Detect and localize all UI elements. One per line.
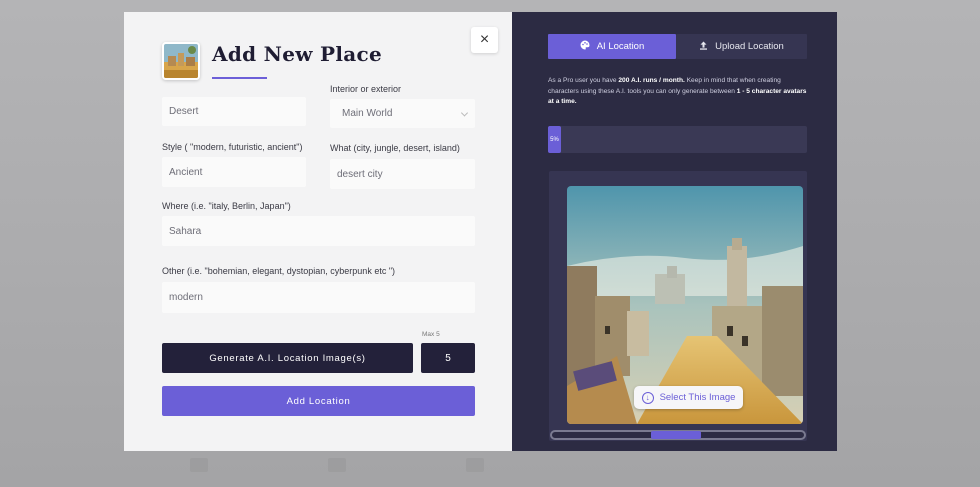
interior-exterior-label: Interior or exterior — [330, 84, 402, 94]
what-label: What (city, jungle, desert, island) — [330, 143, 460, 153]
upload-icon — [699, 41, 708, 53]
interior-exterior-value: Main World — [342, 108, 393, 119]
pro-usage-notice: As a Pro user you have 200 A.I. runs / m… — [548, 77, 807, 105]
modal-title: Add New Place — [212, 42, 383, 66]
place-name-input[interactable]: Desert — [162, 97, 306, 126]
style-label: Style ( "modern, futuristic, ancient") — [162, 142, 303, 152]
tab-upload-location-label: Upload Location — [715, 41, 784, 52]
image-count-input[interactable]: 5 — [421, 343, 475, 373]
other-input[interactable]: modern — [162, 282, 475, 313]
carousel-scroll-thumb[interactable] — [651, 431, 701, 439]
generation-progress-bar: 5% — [548, 126, 561, 153]
tab-ai-location[interactable]: AI Location — [548, 34, 676, 59]
chevron-down-icon — [460, 108, 469, 117]
interior-exterior-select[interactable]: Main World — [330, 99, 475, 128]
title-underline — [212, 77, 267, 79]
where-input[interactable]: Sahara — [162, 216, 475, 246]
generate-ai-image-button[interactable]: Generate A.I. Location Image(s) — [162, 343, 413, 373]
close-button[interactable]: × — [471, 27, 498, 53]
download-circle-icon: ↓ — [641, 391, 654, 404]
background-toolbar — [190, 458, 520, 478]
what-input[interactable]: desert city — [330, 159, 475, 189]
tab-ai-location-label: AI Location — [596, 41, 645, 52]
select-image-label: Select This Image — [659, 392, 736, 403]
place-thumbnail — [162, 42, 200, 80]
tab-upload-location[interactable]: Upload Location — [676, 34, 807, 59]
generation-progress-track — [548, 126, 807, 153]
select-image-button[interactable]: ↓ Select This Image — [634, 386, 743, 409]
max-count-label: Max 5 — [422, 331, 440, 338]
where-label: Where (i.e. "italy, Berlin, Japan") — [162, 201, 291, 211]
palette-icon — [580, 40, 590, 53]
style-input[interactable]: Ancient — [162, 157, 306, 187]
other-label: Other (i.e. "bohemian, elegant, dystopia… — [162, 266, 396, 276]
close-icon: × — [479, 31, 490, 48]
add-location-button[interactable]: Add Location — [162, 386, 475, 416]
